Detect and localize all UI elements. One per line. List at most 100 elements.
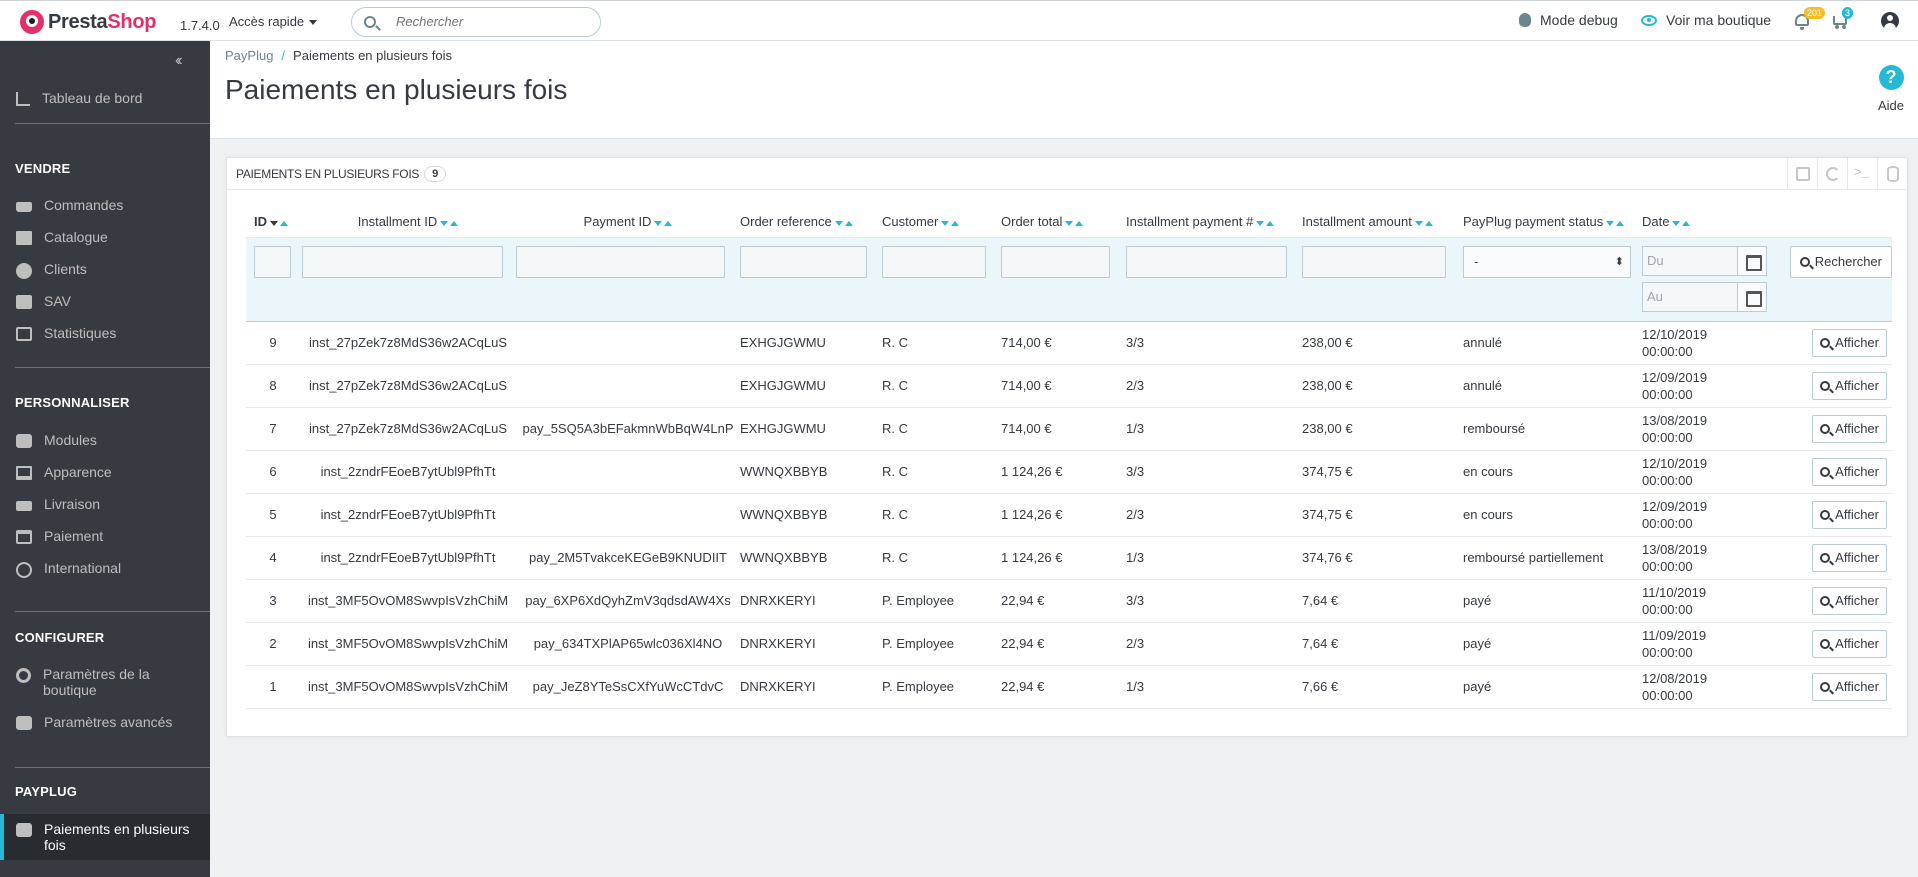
view-shop-link[interactable]: Voir ma boutique <box>1641 12 1771 28</box>
sidebar-item-sav[interactable]: SAV <box>0 293 210 309</box>
sort-arrows-icon[interactable] <box>654 215 673 230</box>
sidebar-item-customers[interactable]: Clients <box>0 261 210 279</box>
bar-chart-icon <box>16 327 32 341</box>
sort-arrows-icon[interactable] <box>1414 215 1433 230</box>
notifications-button[interactable]: 201 <box>1795 7 1826 30</box>
cell-installment-number: 2/3 <box>1126 364 1302 408</box>
search-icon <box>364 16 376 28</box>
sidebar-item-shop-params[interactable]: Paramètres de la boutique <box>0 666 210 698</box>
cell-customer: P. Employee <box>882 579 1001 623</box>
cell-installment-id: inst_2zndrFEoeB7ytUbl9PfhTt <box>300 536 516 580</box>
sort-arrows-icon[interactable] <box>440 215 459 230</box>
debug-mode-link[interactable]: Mode debug <box>1519 12 1618 28</box>
sidebar-item-advanced-params[interactable]: Paramètres avancés <box>0 714 210 730</box>
filter-date-from[interactable]: Du <box>1642 245 1767 276</box>
help-icon: ? <box>1878 65 1904 90</box>
sql-query-button[interactable]: >_ <box>1847 158 1877 190</box>
sidebar-item-installments[interactable]: Paiements en plusieurs fois <box>0 814 210 860</box>
sort-arrows-icon[interactable] <box>1672 215 1691 230</box>
header-search[interactable] <box>351 7 601 37</box>
table-row[interactable]: 9 inst_27pZek7z8MdS36w2ACqLuS EXHGJGWMU R. … <box>246 321 1892 365</box>
sort-arrows-icon[interactable] <box>270 215 288 230</box>
table-row[interactable]: 5 inst_2zndrFEoeB7ytUbl9PfhTt WWNQXBBYB R. … <box>246 493 1892 537</box>
cell-customer: R. C <box>882 450 1001 494</box>
filter-order-total-input[interactable] <box>1001 245 1110 278</box>
filter-order-reference-input[interactable] <box>740 245 867 278</box>
col-header-installment-amount[interactable]: Installment amount <box>1302 208 1463 238</box>
filter-date-to[interactable]: Au <box>1642 281 1767 312</box>
sidebar-section-personnaliser: PERSONNALISER <box>15 395 130 410</box>
sort-arrows-icon[interactable] <box>834 215 853 230</box>
view-button[interactable]: Afficher <box>1812 328 1887 357</box>
col-header-date[interactable]: Date <box>1642 208 1772 238</box>
sort-arrows-icon[interactable] <box>1256 215 1275 230</box>
cell-customer: R. C <box>882 493 1001 537</box>
breadcrumb-payplug[interactable]: PayPlug <box>225 48 273 63</box>
filter-customer-input[interactable] <box>882 245 986 278</box>
filter-status-select[interactable]: - <box>1463 245 1631 278</box>
calendar-icon[interactable] <box>1738 245 1767 276</box>
search-input[interactable] <box>396 14 586 29</box>
view-button[interactable]: Afficher <box>1812 500 1887 529</box>
col-header-order-total[interactable]: Order total <box>1001 208 1126 238</box>
zoom-in-icon <box>1820 552 1831 563</box>
table-row[interactable]: 3 inst_3MF5OvOM8SwvpIsVzhChiM pay_6XP6XdQy… <box>246 579 1892 623</box>
filter-installment-number-input[interactable] <box>1126 245 1287 278</box>
filter-installment-id-input[interactable] <box>302 245 503 278</box>
sidebar-item-payment[interactable]: Paiement <box>0 528 210 544</box>
help-button[interactable]: ? Aide <box>1878 65 1904 113</box>
table-row[interactable]: 8 inst_27pZek7z8MdS36w2ACqLuS EXHGJGWMU R. … <box>246 364 1892 408</box>
refresh-button[interactable] <box>1817 158 1847 190</box>
sql-manager-button[interactable] <box>1877 158 1907 190</box>
sidebar-item-orders[interactable]: Commandes <box>0 197 210 213</box>
cell-date: 12/10/2019 00:00:00 <box>1642 321 1772 365</box>
filter-payment-id-input[interactable] <box>516 245 725 278</box>
view-button[interactable]: Afficher <box>1812 371 1887 400</box>
calendar-icon[interactable] <box>1738 281 1767 312</box>
quick-access-dropdown[interactable]: Accès rapide <box>229 14 317 29</box>
sidebar-item-dashboard[interactable]: Tableau de bord <box>0 90 210 106</box>
sidebar-item-international[interactable]: International <box>0 560 210 578</box>
col-header-installment-id[interactable]: Installment ID <box>300 208 516 238</box>
col-header-id[interactable]: ID <box>246 208 300 238</box>
view-button[interactable]: Afficher <box>1812 543 1887 572</box>
col-header-payment-id[interactable]: Payment ID <box>516 208 740 238</box>
sidebar-item-modules[interactable]: Modules <box>0 432 210 448</box>
notifications-badge: 201 <box>1804 7 1826 19</box>
table-row[interactable]: 1 inst_3MF5OvOM8SwvpIsVzhChiM pay_JeZ8YTeS… <box>246 665 1892 709</box>
account-icon[interactable] <box>1881 12 1899 30</box>
col-header-installment-number[interactable]: Installment payment # <box>1126 208 1302 238</box>
sort-arrows-icon[interactable] <box>941 215 960 230</box>
sidebar-item-stats[interactable]: Statistiques <box>0 325 210 341</box>
cell-payplug-status: annulé <box>1463 364 1642 408</box>
terminal-icon: >_ <box>1854 165 1870 180</box>
sidebar-item-catalog[interactable]: Catalogue <box>0 229 210 245</box>
view-button[interactable]: Afficher <box>1812 414 1887 443</box>
prestashop-logo[interactable]: PrestaShop <box>20 10 156 34</box>
export-button[interactable] <box>1787 158 1817 190</box>
view-button[interactable]: Afficher <box>1812 457 1887 486</box>
sort-arrows-icon[interactable] <box>1606 215 1625 230</box>
table-row[interactable]: 6 inst_2zndrFEoeB7ytUbl9PfhTt WWNQXBBYB R. … <box>246 450 1892 494</box>
view-button[interactable]: Afficher <box>1812 586 1887 615</box>
cell-installment-id: inst_27pZek7z8MdS36w2ACqLuS <box>300 364 516 408</box>
collapse-sidebar-icon[interactable]: ‹‹ <box>175 52 182 70</box>
view-button[interactable]: Afficher <box>1812 629 1887 658</box>
table-row[interactable]: 7 inst_27pZek7z8MdS36w2ACqLuS pay_5SQ5A3bE… <box>246 407 1892 451</box>
col-header-payplug-status[interactable]: PayPlug payment status <box>1463 208 1642 238</box>
sort-arrows-icon[interactable] <box>1065 215 1084 230</box>
filter-id-input[interactable] <box>254 245 291 278</box>
cell-id: 9 <box>246 321 300 365</box>
sidebar-item-appearance[interactable]: Apparence <box>0 464 210 480</box>
settings-applications-icon <box>16 716 32 730</box>
filter-installment-amount-input[interactable] <box>1302 245 1446 278</box>
cell-order-total: 1 124,26 € <box>1001 536 1126 580</box>
table-row[interactable]: 4 inst_2zndrFEoeB7ytUbl9PfhTt pay_2M5Tvakc… <box>246 536 1892 580</box>
sidebar-item-shipping[interactable]: Livraison <box>0 496 210 512</box>
col-header-customer[interactable]: Customer <box>882 208 1001 238</box>
orders-button[interactable]: 3 <box>1833 7 1854 29</box>
col-header-order-reference[interactable]: Order reference <box>740 208 882 238</box>
view-button[interactable]: Afficher <box>1812 672 1887 701</box>
table-row[interactable]: 2 inst_3MF5OvOM8SwvpIsVzhChiM pay_634TXPlA… <box>246 622 1892 666</box>
search-button[interactable]: Rechercher <box>1789 245 1892 278</box>
